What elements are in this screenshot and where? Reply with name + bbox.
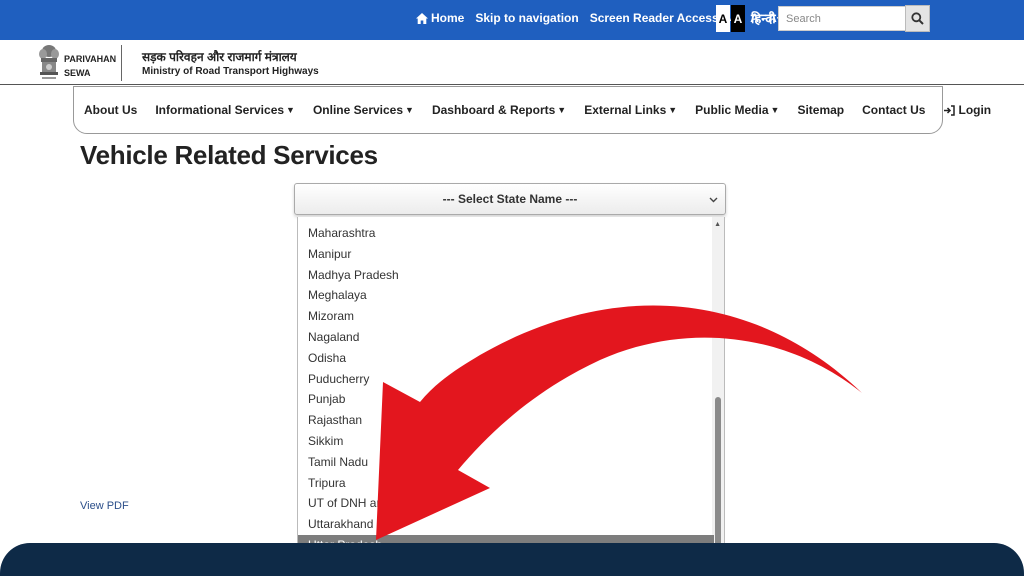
home-icon — [416, 12, 428, 24]
state-option[interactable]: Maharashtra — [298, 223, 714, 243]
state-option[interactable]: Sikkim — [298, 431, 714, 451]
screen-reader-access-link[interactable]: Screen Reader Access — [590, 11, 719, 25]
login-link[interactable]: Login — [943, 103, 991, 117]
nav-item-label: Sitemap — [797, 103, 845, 117]
nav-item-public-media[interactable]: Public Media ▼ — [695, 103, 779, 117]
search-button[interactable] — [905, 5, 930, 32]
ministry-name-hindi: सड़क परिवहन और राजमार्ग मंत्रालय — [142, 50, 297, 64]
caret-down-icon: ▼ — [286, 105, 295, 115]
brand-line-1: PARIVAHAN — [64, 54, 117, 64]
state-option[interactable]: Tamil Nadu — [298, 452, 714, 472]
header-divider — [121, 45, 122, 81]
caret-down-icon: ▼ — [668, 105, 678, 115]
state-option[interactable]: Mizoram — [298, 306, 714, 326]
state-option[interactable]: Nagaland — [298, 327, 714, 347]
chevron-down-icon — [709, 197, 718, 203]
state-option[interactable]: Rajasthan — [298, 410, 714, 430]
nav-item-external-links[interactable]: External Links ▼ — [584, 103, 677, 117]
nav-item-sitemap[interactable]: Sitemap — [797, 103, 844, 117]
caret-down-icon: ▼ — [770, 105, 780, 115]
state-option[interactable]: Puducherry — [298, 369, 714, 389]
scrollbar-thumb[interactable] — [715, 397, 721, 560]
caret-down-icon: ▼ — [557, 105, 567, 115]
parivahan-sewa-logo-text: PARIVAHAN SEWA — [64, 52, 116, 80]
nav-item-label: External Links — [584, 103, 667, 117]
ministry-name-english: Ministry of Road Transport Highways — [142, 66, 319, 77]
nav-item-label: Online Services — [312, 103, 404, 117]
state-select-value: --- Select State Name --- — [442, 192, 578, 206]
nav-item-label: Contact Us — [862, 103, 926, 117]
state-name-select[interactable]: --- Select State Name --- — [294, 183, 726, 215]
state-option[interactable]: Manipur — [298, 244, 714, 264]
nav-item-label: Dashboard & Reports — [431, 103, 556, 117]
brand-line-2: SEWA — [64, 68, 91, 78]
state-option[interactable]: UT of DNH and DD — [298, 493, 714, 513]
nav-item-online-services[interactable]: Online Services ▼ — [313, 103, 414, 117]
nav-item-label: Public Media — [695, 103, 769, 117]
state-option[interactable]: Madhya Pradesh — [298, 265, 714, 285]
nav-item-contact-us[interactable]: Contact Us — [862, 103, 925, 117]
nav-item-about-us[interactable]: About Us — [84, 103, 137, 117]
nav-item-dashboard-reports[interactable]: Dashboard & Reports ▼ — [432, 103, 566, 117]
search-input[interactable] — [778, 6, 906, 31]
view-pdf-link[interactable]: View PDF — [80, 500, 129, 512]
login-icon — [944, 104, 956, 116]
light-contrast-button[interactable]: A — [716, 5, 730, 32]
state-option[interactable]: Punjab — [298, 389, 714, 409]
scroll-up-arrow-icon[interactable]: ▲ — [714, 221, 721, 228]
login-label: Login — [958, 103, 992, 117]
main-navigation: About Us Informational Services ▼ Online Se… — [73, 86, 991, 134]
top-utility-bar: Home Skip to navigation Screen Reader Ac… — [0, 0, 1024, 40]
state-option[interactable]: Meghalaya — [298, 285, 714, 305]
nav-item-label: Informational Services — [155, 103, 285, 117]
caret-down-icon: ▼ — [405, 105, 414, 115]
national-emblem-icon — [39, 45, 59, 79]
state-options-list[interactable]: ▲ ▼ MaharashtraManipurMadhya PradeshMegh… — [297, 217, 725, 576]
hindi-language-link[interactable]: हिन्दी — [751, 9, 776, 27]
nav-item-label: About Us — [84, 103, 138, 117]
state-option[interactable]: Odisha — [298, 348, 714, 368]
header-separator — [0, 84, 1024, 85]
home-link[interactable]: Home — [416, 11, 464, 25]
nav-item-informational-services[interactable]: Informational Services ▼ — [155, 103, 295, 117]
skip-to-navigation-link[interactable]: Skip to navigation — [475, 11, 578, 25]
state-option[interactable]: Uttarakhand — [298, 514, 714, 534]
page-title: Vehicle Related Services — [80, 140, 378, 170]
home-link-label: Home — [431, 11, 465, 25]
footer-band — [0, 543, 1024, 576]
dark-contrast-button[interactable]: A — [731, 5, 745, 32]
state-option[interactable]: Tripura — [298, 473, 714, 493]
search-icon — [911, 12, 924, 25]
